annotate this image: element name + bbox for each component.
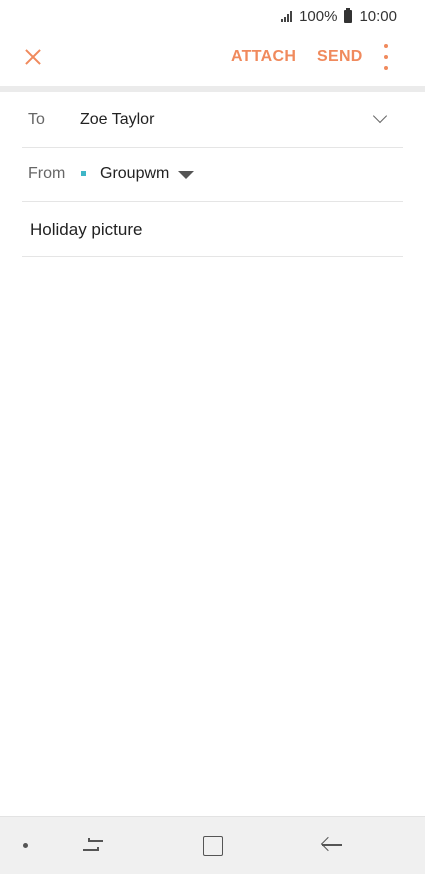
navigation-bar <box>0 816 425 874</box>
battery-percentage: 100% <box>299 7 338 25</box>
clock: 10:00 <box>359 7 397 25</box>
from-field[interactable]: From Groupwm <box>22 147 403 202</box>
attach-button[interactable]: ATTACH <box>231 48 296 66</box>
toolbar-divider <box>0 86 425 92</box>
status-bar: 100% 10:00 <box>0 0 425 32</box>
back-icon[interactable] <box>320 836 342 853</box>
more-options-icon[interactable] <box>380 44 392 70</box>
subject-field[interactable]: Holiday picture <box>22 201 403 257</box>
chevron-down-icon[interactable] <box>375 111 387 123</box>
to-label: To <box>28 111 45 128</box>
signal-icon <box>281 10 293 22</box>
dropdown-arrow-icon[interactable] <box>178 171 194 179</box>
home-icon[interactable] <box>203 836 223 856</box>
dot-icon[interactable] <box>23 843 28 848</box>
close-icon[interactable] <box>18 42 48 72</box>
to-field[interactable]: To Zoe Taylor <box>22 93 403 148</box>
recipient-value[interactable]: Zoe Taylor <box>80 111 154 129</box>
compose-toolbar: ATTACH SEND <box>0 32 425 84</box>
account-color-dot <box>81 171 86 176</box>
recent-apps-icon[interactable] <box>83 835 105 855</box>
subject-value[interactable]: Holiday picture <box>30 220 142 240</box>
battery-icon <box>344 7 353 23</box>
message-body[interactable] <box>22 257 403 784</box>
sender-account-value[interactable]: Groupwm <box>100 165 169 183</box>
from-label: From <box>28 165 66 182</box>
send-button[interactable]: SEND <box>317 48 363 66</box>
